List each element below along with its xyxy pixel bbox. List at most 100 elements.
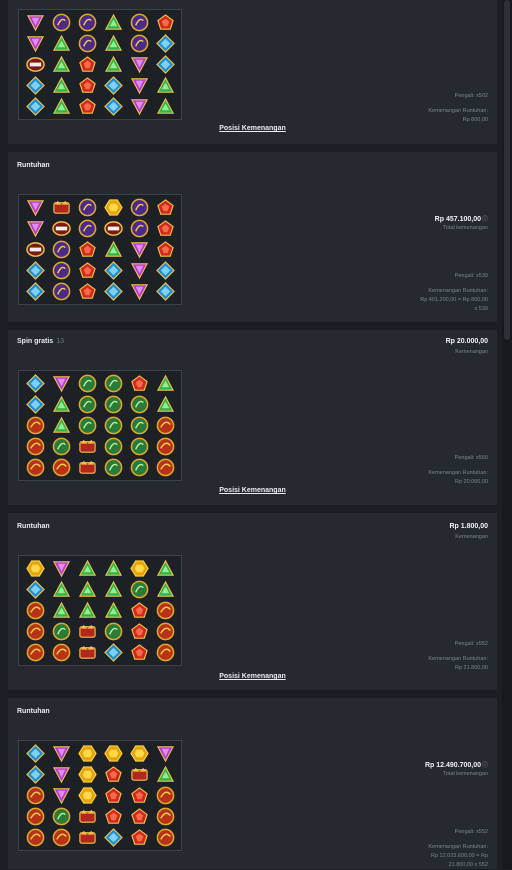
green-ring-symbol-icon	[100, 373, 126, 394]
green-ring-symbol-icon	[126, 415, 152, 436]
green-ring-symbol-icon	[100, 457, 126, 478]
crown-symbol-icon	[48, 197, 74, 218]
green-triangle-gem-icon	[74, 600, 100, 621]
red-pentagon-gem-icon	[74, 54, 100, 75]
purple-ring-symbol-icon	[126, 197, 152, 218]
winning-positions-link[interactable]: Posisi Kemenangan	[219, 125, 286, 132]
round-amount-value: Rp 1.800,00	[449, 523, 488, 530]
winning-positions-link[interactable]: Posisi Kemenangan	[219, 487, 286, 494]
green-ring-symbol-icon	[126, 436, 152, 457]
reel-grid	[18, 555, 182, 666]
red-orange-ring-symbol-icon	[152, 415, 178, 436]
blue-diamond-gem-icon	[100, 281, 126, 302]
round-detail-line: Pengali: x539	[454, 273, 488, 279]
red-orange-ring-symbol-icon	[22, 806, 48, 827]
green-triangle-gem-icon	[48, 394, 74, 415]
scrollbar-track[interactable]	[502, 0, 512, 869]
red-orange-ring-symbol-icon	[22, 457, 48, 478]
blue-diamond-gem-icon	[152, 260, 178, 281]
green-triangle-gem-icon	[48, 75, 74, 96]
purple-ring-symbol-icon	[126, 218, 152, 239]
purple-ring-symbol-icon	[48, 260, 74, 281]
yellow-hexagon-gem-icon	[22, 558, 48, 579]
purple-triangle-gem-icon	[48, 764, 74, 785]
info-icon[interactable]: ⓘ	[482, 217, 488, 223]
multiplier-symbol-icon	[100, 218, 126, 239]
purple-ring-symbol-icon	[126, 12, 152, 33]
round-detail-line: Rp 21.800,00	[454, 665, 488, 671]
round-amount: Rp 12.490.700,00ⓘ	[425, 760, 488, 769]
red-orange-ring-symbol-icon	[22, 642, 48, 663]
reel-grid	[18, 194, 182, 305]
blue-diamond-gem-icon	[152, 33, 178, 54]
green-triangle-gem-icon	[100, 12, 126, 33]
blue-diamond-gem-icon	[22, 764, 48, 785]
green-triangle-gem-icon	[48, 600, 74, 621]
red-orange-ring-symbol-icon	[152, 457, 178, 478]
purple-triangle-gem-icon	[48, 373, 74, 394]
red-pentagon-gem-icon	[100, 764, 126, 785]
multiplier-symbol-icon	[22, 54, 48, 75]
blue-diamond-gem-icon	[22, 96, 48, 117]
crown-symbol-icon	[74, 457, 100, 478]
multiplier-symbol-icon	[48, 218, 74, 239]
blue-diamond-gem-icon	[22, 743, 48, 764]
red-orange-ring-symbol-icon	[22, 436, 48, 457]
blue-diamond-gem-icon	[22, 281, 48, 302]
round-details: Pengali: x552 Kemenangan Runtuhan: Rp 21.8…	[428, 640, 488, 673]
blue-diamond-gem-icon	[152, 281, 178, 302]
crown-symbol-icon	[126, 764, 152, 785]
red-orange-ring-symbol-icon	[152, 436, 178, 457]
round-amount-caption: Total kemenangan	[443, 225, 488, 231]
blue-diamond-gem-icon	[100, 827, 126, 848]
round-amount-caption: Kemenangan	[455, 349, 488, 355]
round-title: Runtuhan	[17, 162, 50, 169]
scrollbar-thumb[interactable]	[504, 0, 510, 340]
round-panel: Runtuhan Rp 1.800,00 Kemenangan Pengali: x5…	[8, 513, 497, 690]
green-triangle-gem-icon	[100, 579, 126, 600]
purple-triangle-gem-icon	[126, 239, 152, 260]
red-pentagon-gem-icon	[74, 281, 100, 302]
blue-diamond-gem-icon	[22, 373, 48, 394]
red-pentagon-gem-icon	[152, 218, 178, 239]
green-ring-symbol-icon	[48, 436, 74, 457]
green-triangle-gem-icon	[152, 764, 178, 785]
winning-positions-container: Posisi Kemenangan	[8, 125, 497, 132]
round-title: Runtuhan	[17, 708, 50, 715]
green-triangle-gem-icon	[48, 579, 74, 600]
green-triangle-gem-icon	[152, 75, 178, 96]
green-triangle-gem-icon	[100, 54, 126, 75]
red-pentagon-gem-icon	[126, 827, 152, 848]
round-title-text: Spin gratis	[17, 338, 54, 345]
yellow-hexagon-gem-icon	[74, 764, 100, 785]
purple-triangle-gem-icon	[22, 12, 48, 33]
round-detail-line: Kemenangan Runtuhan:	[428, 844, 488, 850]
round-detail-line: Pengali: x552	[454, 829, 488, 835]
round-detail-line: Pengali: x502	[454, 93, 488, 99]
red-pentagon-gem-icon	[126, 806, 152, 827]
purple-triangle-gem-icon	[152, 743, 178, 764]
winning-positions-link[interactable]: Posisi Kemenangan	[219, 673, 286, 680]
yellow-hexagon-gem-icon	[74, 785, 100, 806]
green-ring-symbol-icon	[100, 621, 126, 642]
purple-triangle-gem-icon	[126, 96, 152, 117]
green-triangle-gem-icon	[152, 394, 178, 415]
purple-triangle-gem-icon	[48, 558, 74, 579]
round-title-text: Runtuhan	[17, 162, 50, 169]
purple-ring-symbol-icon	[74, 33, 100, 54]
red-pentagon-gem-icon	[152, 12, 178, 33]
red-pentagon-gem-icon	[126, 621, 152, 642]
multiplier-symbol-icon	[22, 239, 48, 260]
blue-diamond-gem-icon	[100, 260, 126, 281]
red-orange-ring-symbol-icon	[48, 457, 74, 478]
red-orange-ring-symbol-icon	[152, 621, 178, 642]
info-icon[interactable]: ⓘ	[482, 763, 488, 769]
blue-diamond-gem-icon	[100, 75, 126, 96]
red-orange-ring-symbol-icon	[22, 827, 48, 848]
red-pentagon-gem-icon	[126, 642, 152, 663]
crown-symbol-icon	[74, 642, 100, 663]
green-ring-symbol-icon	[126, 579, 152, 600]
purple-triangle-gem-icon	[22, 218, 48, 239]
reel-grid	[18, 740, 182, 851]
green-triangle-gem-icon	[48, 33, 74, 54]
